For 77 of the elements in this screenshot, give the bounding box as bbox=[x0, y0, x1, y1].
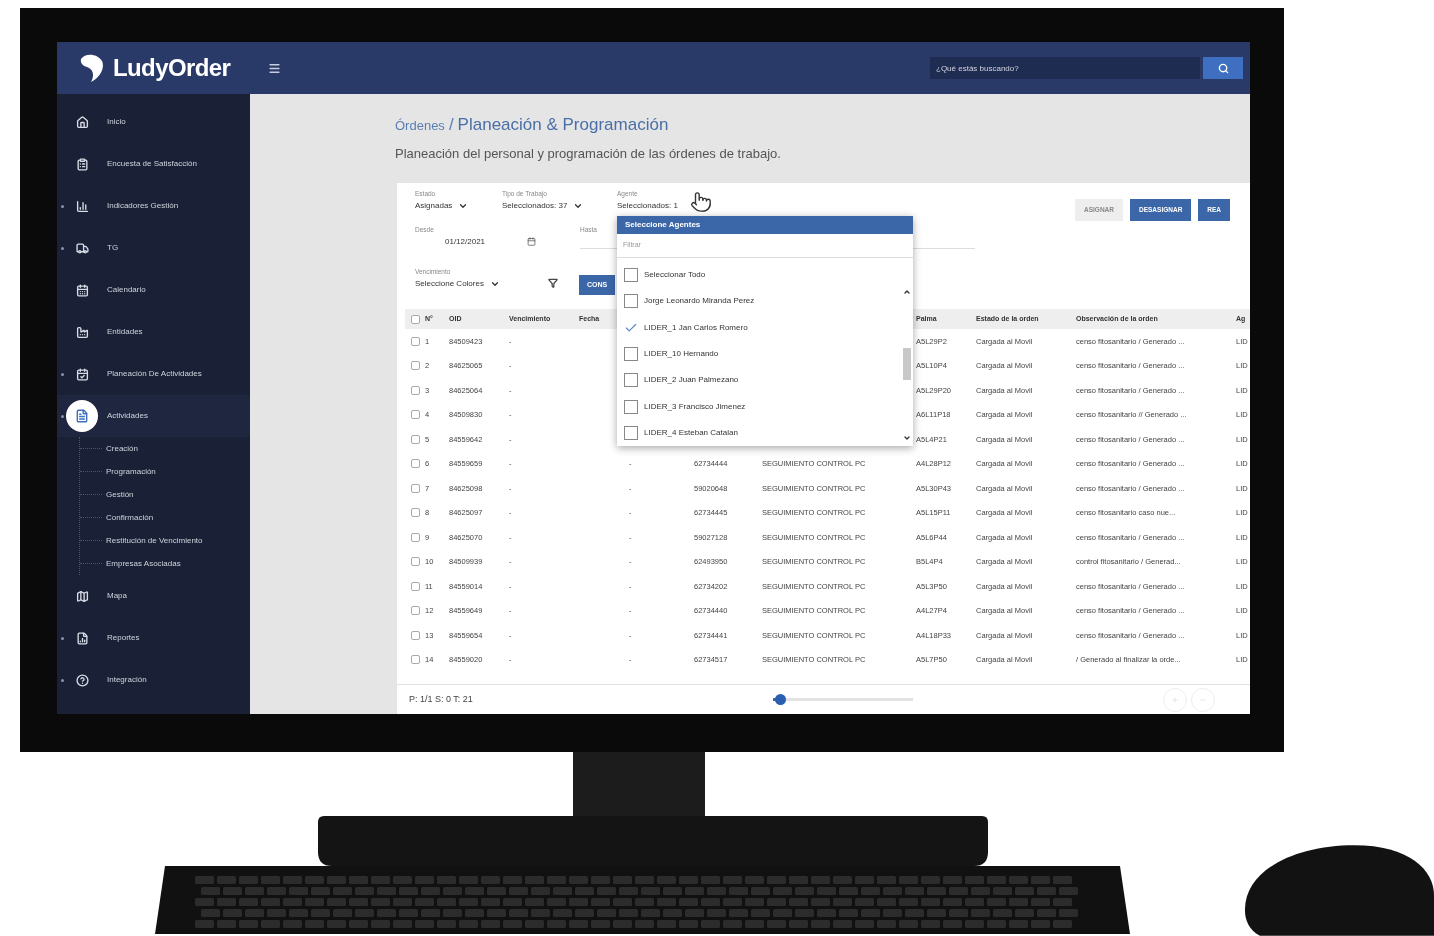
agent-option[interactable]: Seleccionar Todo bbox=[617, 261, 901, 289]
row-checkbox[interactable] bbox=[410, 508, 420, 518]
sidebar-item[interactable]: Entidades bbox=[57, 311, 250, 353]
row-checkbox[interactable] bbox=[410, 630, 420, 640]
checkbox[interactable] bbox=[624, 425, 638, 440]
bar-chart-icon bbox=[75, 199, 89, 213]
checkbox[interactable] bbox=[624, 294, 638, 309]
row-checkbox[interactable] bbox=[410, 483, 420, 493]
checkbox[interactable] bbox=[624, 373, 638, 388]
sidebar-item[interactable]: Actividades bbox=[57, 395, 250, 437]
slider-thumb[interactable] bbox=[774, 694, 786, 705]
search-icon bbox=[1217, 62, 1229, 74]
pagination-status: P: 1/1 S: 0 T: 21 bbox=[409, 692, 473, 706]
agent-option[interactable]: LIDER_1 Jan Carlos Romero bbox=[617, 314, 901, 341]
truck-icon bbox=[75, 241, 89, 255]
clipboard-icon bbox=[75, 157, 89, 171]
sidebar-item[interactable]: Mapa bbox=[57, 575, 250, 617]
sidebar-item[interactable]: Reportes bbox=[57, 617, 250, 659]
agent-option[interactable]: LIDER_3 Francisco Jimenez bbox=[617, 393, 901, 420]
sidebar-subitem[interactable]: Gestión bbox=[106, 488, 134, 501]
scroll-down-icon[interactable] bbox=[903, 434, 911, 442]
select-field[interactable]: Seleccionados: 37 bbox=[502, 198, 617, 213]
row-checkbox[interactable] bbox=[410, 410, 420, 420]
menu-icon[interactable] bbox=[268, 61, 281, 75]
sidebar-item[interactable]: Integración bbox=[57, 659, 250, 701]
row-checkbox[interactable] bbox=[410, 557, 420, 567]
calendar-icon[interactable] bbox=[527, 237, 537, 247]
date-field[interactable]: 01/12/2021 bbox=[415, 234, 580, 249]
help-icon bbox=[75, 673, 89, 687]
sidebar-item[interactable]: Planeación De Actividades bbox=[57, 353, 250, 395]
sidebar-subitem[interactable]: Creación bbox=[106, 442, 138, 455]
row-checkbox[interactable] bbox=[410, 606, 420, 616]
sidebar-item[interactable]: Encuesta de Satisfacción bbox=[57, 143, 250, 185]
text-field[interactable]: Seleccionados: 1 bbox=[617, 198, 737, 213]
sidebar-subitem[interactable]: Confirmación bbox=[106, 511, 154, 524]
home-icon bbox=[75, 115, 89, 129]
row-checkbox[interactable] bbox=[410, 361, 420, 371]
page-subtitle: Planeación del personal y programación de las órdenes de trabajo. bbox=[395, 144, 782, 163]
row-checkbox[interactable] bbox=[410, 314, 420, 324]
document-icon bbox=[75, 409, 89, 423]
agent-option[interactable]: LIDER_10 Hernando bbox=[617, 340, 901, 368]
agent-option[interactable]: LIDER_2 Juan Palmezano bbox=[617, 367, 901, 394]
filter-icon[interactable] bbox=[548, 278, 558, 288]
select-field[interactable]: Asignadas bbox=[415, 198, 502, 213]
map-icon bbox=[75, 589, 89, 603]
sidebar-item[interactable]: TG bbox=[57, 227, 250, 269]
select-field[interactable]: Seleccione Colores bbox=[415, 276, 545, 291]
dropdown-header: Seleccione Agentes bbox=[617, 216, 913, 234]
factory-icon bbox=[75, 325, 89, 339]
page-title: Planeación & Programación bbox=[457, 114, 669, 136]
row-checkbox[interactable] bbox=[410, 434, 420, 444]
calendar-icon bbox=[75, 283, 89, 297]
checkbox[interactable] bbox=[624, 346, 638, 361]
scrollbar-thumb[interactable] bbox=[903, 347, 911, 380]
search-field[interactable]: ¿Qué estás buscando? bbox=[930, 57, 1200, 79]
row-checkbox[interactable] bbox=[410, 459, 420, 469]
checkbox[interactable] bbox=[624, 399, 638, 414]
sidebar-subitem[interactable]: Programación bbox=[106, 465, 156, 478]
hand-cursor-icon bbox=[690, 191, 712, 213]
checkbox[interactable] bbox=[624, 268, 638, 283]
sidebar-item[interactable]: Indicadores Gestión bbox=[57, 185, 250, 227]
app-name: LudyOrder bbox=[113, 53, 231, 83]
agent-option[interactable]: Jorge Leonardo Miranda Perez bbox=[617, 288, 901, 315]
sidebar-item[interactable]: Inicio bbox=[57, 101, 250, 143]
row-checkbox[interactable] bbox=[410, 385, 420, 395]
chart-file-icon bbox=[75, 631, 89, 645]
breadcrumb-separator: / bbox=[448, 114, 454, 136]
row-checkbox[interactable] bbox=[410, 532, 420, 542]
sidebar-subitem[interactable]: Empresas Asociadas bbox=[106, 557, 181, 570]
row-checkbox[interactable] bbox=[410, 655, 420, 665]
calendar-check-icon bbox=[75, 367, 89, 381]
agent-option[interactable]: LIDER_4 Esteban Catalan bbox=[617, 419, 901, 446]
sidebar-item[interactable]: Calendario bbox=[57, 269, 250, 311]
sidebar-subitem[interactable]: Restitución de Vencimiento bbox=[106, 534, 203, 547]
search-button[interactable] bbox=[1203, 57, 1243, 79]
row-checkbox[interactable] bbox=[410, 581, 420, 591]
row-checkbox[interactable] bbox=[410, 336, 420, 346]
